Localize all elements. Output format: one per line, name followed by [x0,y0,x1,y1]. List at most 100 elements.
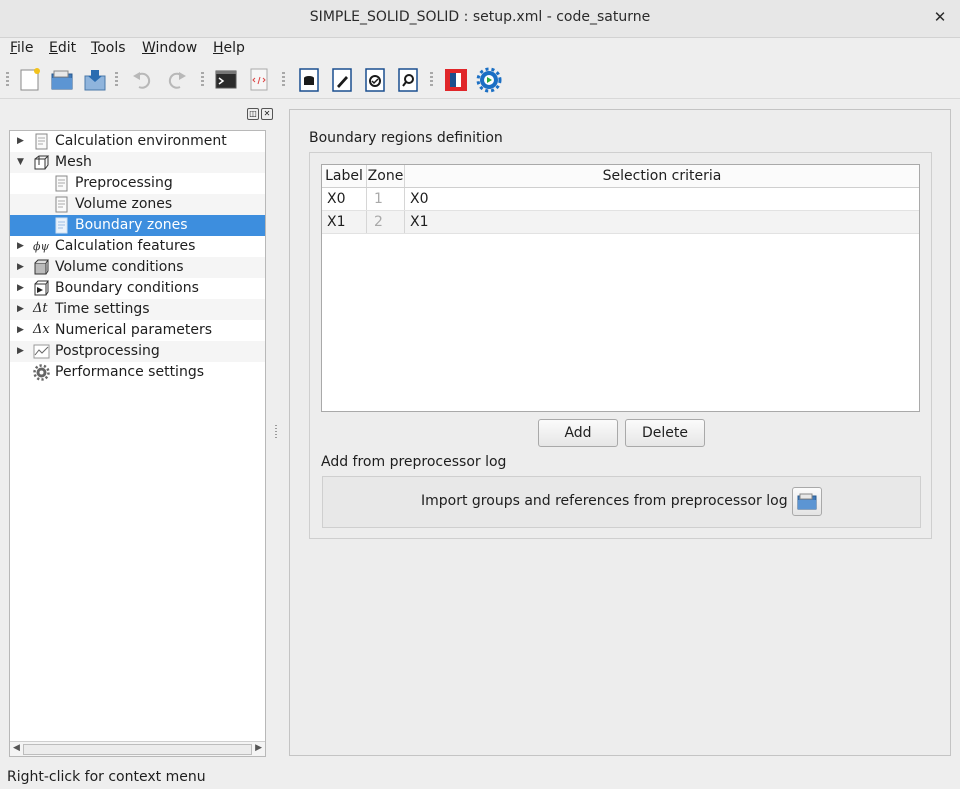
tree-horizontal-scrollbar[interactable]: ◀ ▶ [10,741,265,756]
tree-item-label: Time settings [55,301,150,317]
menu-window[interactable]: Window [142,40,197,56]
cell-selection-criteria[interactable]: X0 [405,188,919,210]
float-dock-icon[interactable]: ◫ [247,108,259,120]
tree-item-mesh[interactable]: ▼ Mesh [10,152,265,173]
undo-icon[interactable] [129,66,155,94]
dock-controls: ◫ ✕ [247,104,275,120]
add-button[interactable]: Add [538,419,618,447]
toolbar-separator [430,72,433,88]
cell-selection-criteria[interactable]: X1 [405,211,919,233]
folder-open-icon [797,493,817,510]
mesh-cube-icon [33,154,50,171]
tree-item-volume-conditions[interactable]: ▶ Volume conditions [10,257,265,278]
menu-edit-accel: E [49,40,58,56]
window-title: SIMPLE_SOLID_SOLID : setup.xml - code_sa… [309,9,651,25]
menu-help-label: elp [223,40,245,56]
document-icon [53,196,70,213]
scroll-right-icon[interactable]: ▶ [255,743,262,753]
group-title: Boundary regions definition [309,130,503,146]
column-header-selection-criteria[interactable]: Selection criteria [405,165,919,187]
tree-item-label: Boundary zones [75,217,188,233]
import-label: Import groups and references from prepro… [421,493,788,509]
cell-label[interactable]: X1 [322,211,367,233]
expand-icon[interactable]: ▶ [17,281,27,295]
document-icon [53,217,70,234]
cell-label[interactable]: X0 [322,188,367,210]
menu-help-accel: H [213,40,224,56]
menu-help[interactable]: Help [213,40,245,56]
menu-file-accel: F [10,40,18,56]
stop-red-icon[interactable] [443,66,469,94]
cell-zone: 2 [367,211,405,233]
expand-icon[interactable]: ▶ [17,260,27,274]
tree-item-label: Preprocessing [75,175,173,191]
scroll-left-icon[interactable]: ◀ [13,743,20,753]
menu-bar: File Edit Tools Window Help [0,38,960,61]
menu-edit[interactable]: Edit [49,40,76,56]
new-file-icon[interactable] [17,66,43,94]
tree-item-time-settings[interactable]: ▶ Δt Time settings [10,299,265,320]
tree-item-label: Calculation environment [55,133,227,149]
tree-item-boundary-zones[interactable]: Boundary zones [10,215,265,236]
toolbar-separator [282,72,285,88]
tree-item-label: Mesh [55,154,92,170]
expand-icon[interactable]: ▶ [17,134,27,148]
expand-icon[interactable]: ▶ [17,344,27,358]
delta-x-icon: Δx [33,322,50,337]
tree-item-postprocessing[interactable]: ▶ Postprocessing [10,341,265,362]
close-dock-icon[interactable]: ✕ [261,108,273,120]
save-file-icon[interactable] [82,66,108,94]
tree-item-calculation-environment[interactable]: ▶ Calculation environment [10,131,265,152]
close-icon[interactable]: ✕ [930,7,950,27]
column-header-label[interactable]: Label [322,165,367,187]
expand-icon[interactable]: ▶ [17,239,27,253]
menu-tools[interactable]: Tools [91,40,126,56]
menu-file[interactable]: File [10,40,33,56]
scroll-track[interactable] [23,744,252,755]
table-row[interactable]: X1 2 X1 [322,211,919,234]
terminal-icon[interactable] [213,66,239,94]
preprocessor-log-group: Import groups and references from prepro… [322,476,921,528]
xml-view-icon[interactable] [246,66,272,94]
tree-item-boundary-conditions[interactable]: ▶ Boundary conditions [10,278,265,299]
menu-tools-label: ools [97,40,126,56]
search-case-icon[interactable] [395,66,421,94]
collapse-icon[interactable]: ▼ [17,155,27,169]
expand-icon[interactable]: ▶ [17,323,27,337]
toolbar-grip [6,72,9,88]
boundary-regions-table[interactable]: Label Zone Selection criteria X0 1 X0 X1… [321,164,920,412]
column-header-zone[interactable]: Zone [367,165,405,187]
run-gear-icon[interactable] [476,66,502,94]
tree-item-label: Boundary conditions [55,280,199,296]
tree-item-volume-zones[interactable]: Volume zones [10,194,265,215]
preprocessor-log-title: Add from preprocessor log [321,454,507,470]
edit-case-icon[interactable] [329,66,355,94]
case-db-icon[interactable] [296,66,322,94]
table-row[interactable]: X0 1 X0 [322,188,919,211]
volume-cube-icon [33,259,50,276]
menu-edit-label: dit [57,40,77,56]
tree-item-calculation-features[interactable]: ▶ ϕψ Calculation features [10,236,265,257]
import-log-button[interactable] [792,487,822,516]
tree-item-label: Calculation features [55,238,196,254]
open-file-icon[interactable] [49,66,75,94]
svg-text:ϕψ: ϕψ [33,240,49,253]
tree-item-preprocessing[interactable]: Preprocessing [10,173,265,194]
expand-icon[interactable]: ▶ [17,302,27,316]
table-header: Label Zone Selection criteria [322,165,919,188]
tree-item-numerical-parameters[interactable]: ▶ Δx Numerical parameters [10,320,265,341]
tree-item-performance-settings[interactable]: Performance settings [10,362,265,383]
graph-icon [33,343,50,360]
redo-icon[interactable] [164,66,190,94]
check-case-icon[interactable] [362,66,388,94]
tree-item-label: Postprocessing [55,343,160,359]
main-panel: Boundary regions definition Label Zone S… [289,109,951,756]
splitter-handle[interactable] [275,425,277,439]
delete-button[interactable]: Delete [625,419,705,447]
navigation-tree[interactable]: ▶ Calculation environment ▼ Mesh Preproc… [9,130,266,757]
tree-item-label: Volume zones [75,196,173,212]
tree-item-label: Performance settings [55,364,204,380]
delta-t-icon: Δt [33,301,48,316]
phi-symbol-icon: ϕψ [33,238,50,255]
status-bar-text: Right-click for context menu [7,769,206,785]
